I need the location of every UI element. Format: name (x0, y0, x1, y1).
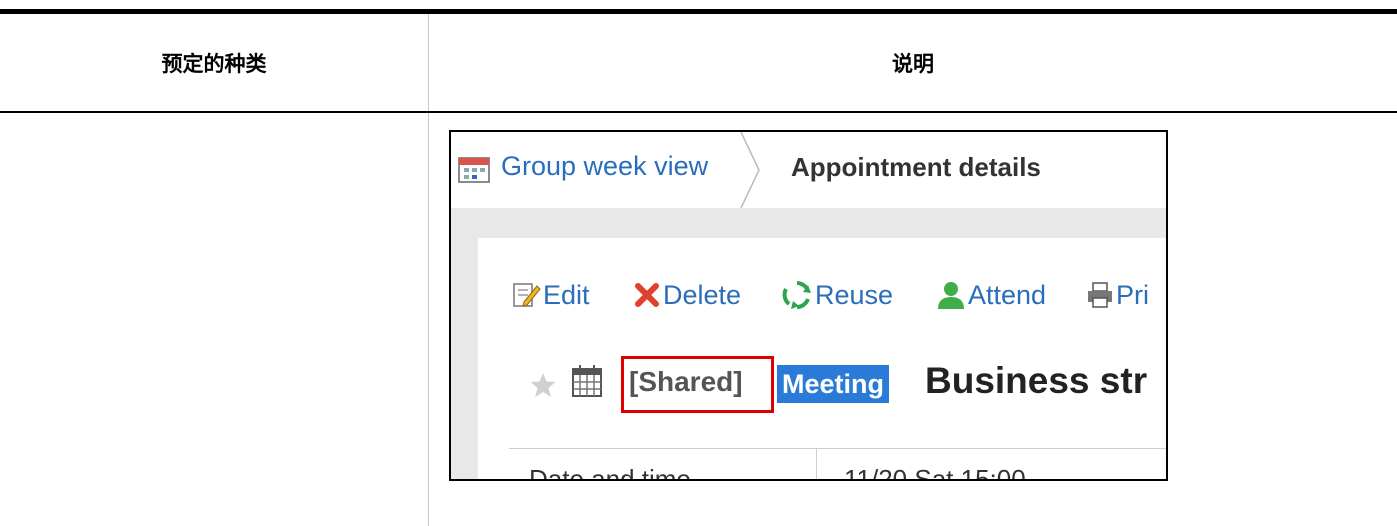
detail-column-divider (816, 449, 817, 479)
menu-badge: Meeting (777, 365, 890, 403)
reuse-label: Reuse (815, 279, 894, 310)
screenshot-figure: Group week view Appointment details Edit… (449, 130, 1168, 481)
calendar-icon (458, 157, 490, 183)
delete-label: Delete (663, 279, 742, 310)
shared-label: [Shared] (629, 366, 743, 397)
star-icon[interactable] (529, 371, 557, 399)
edit-label: Edit (543, 279, 590, 310)
calendar-grid-icon (572, 365, 602, 397)
column-header-type: 预定的种类 (161, 51, 267, 76)
reuse-icon (782, 281, 811, 309)
attend-button[interactable]: Attend (936, 277, 1046, 313)
detail-row-value: 11/20 Sat 15:00 (844, 464, 1026, 481)
edit-button[interactable]: Edit (511, 277, 590, 313)
delete-button[interactable]: Delete (633, 277, 741, 313)
delete-icon (635, 283, 659, 307)
print-button[interactable]: Pri (1086, 277, 1149, 313)
breadcrumb-separator-icon (740, 132, 760, 208)
print-label: Pri (1116, 279, 1149, 310)
edit-icon (513, 283, 541, 307)
reuse-button[interactable]: Reuse (781, 277, 893, 313)
appointment-subject: Business str (925, 360, 1148, 401)
detail-divider (509, 448, 1166, 449)
person-icon (938, 282, 964, 309)
header-rule (0, 111, 1397, 113)
breadcrumb: Group week view Appointment details (451, 132, 1166, 208)
printer-icon (1088, 282, 1112, 308)
breadcrumb-link-group-week-view[interactable]: Group week view (501, 151, 708, 182)
detail-row-label: Date and time (529, 464, 691, 481)
breadcrumb-current: Appointment details (791, 152, 1041, 182)
column-header-description: 说明 (892, 51, 934, 76)
attend-label: Attend (968, 279, 1047, 310)
